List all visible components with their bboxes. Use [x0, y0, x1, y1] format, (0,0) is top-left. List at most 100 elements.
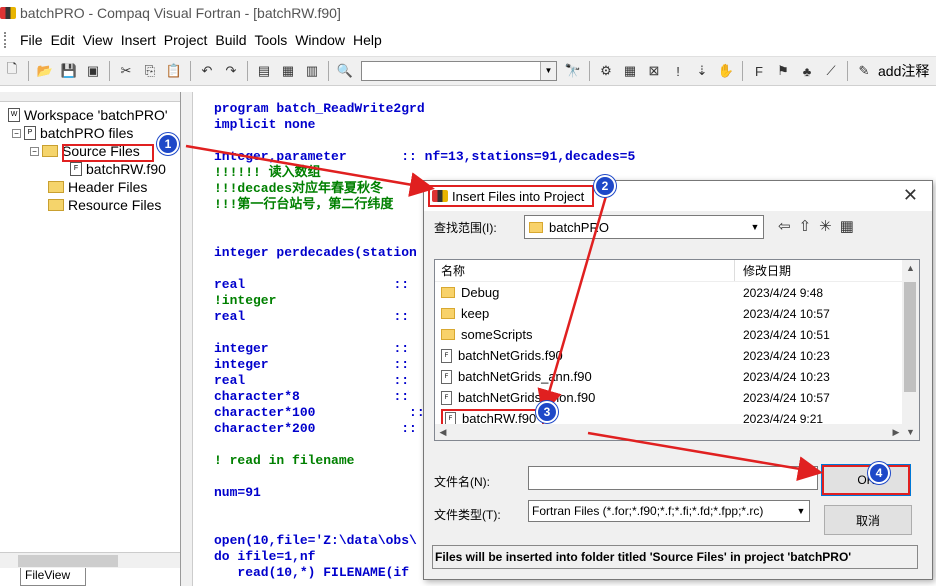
collapse-icon[interactable]: − — [12, 128, 21, 138]
file-row[interactable]: keep 2023/4/24 10:57 — [435, 303, 919, 324]
file-row[interactable]: Debug 2023/4/24 9:48 — [435, 282, 919, 303]
file-row[interactable]: FbatchNetGrids_ann.f90 2023/4/24 10:23 — [435, 366, 919, 387]
workspace-window-icon[interactable]: ▤ — [253, 60, 275, 82]
save-icon[interactable]: 💾 — [58, 60, 80, 82]
code-line: do ifile=1,nf — [214, 549, 316, 564]
filename-input[interactable] — [528, 466, 818, 490]
output-window-icon[interactable]: ▦ — [277, 60, 299, 82]
code-line: open(10,file='Z:\data\obs\ — [214, 533, 417, 548]
dialog-title: Insert Files into Project — [452, 188, 585, 204]
tree-source-file[interactable]: F batchRW.f90 — [0, 160, 180, 178]
find-in-files-icon[interactable]: 🔍 — [334, 60, 356, 82]
column-date[interactable]: 修改日期 — [735, 262, 791, 279]
menu-tools[interactable]: Tools — [255, 32, 288, 48]
wand-icon[interactable]: ⟋ — [820, 60, 842, 82]
stop-build-icon[interactable]: ⊠ — [643, 60, 665, 82]
workspace-icon: W — [8, 108, 20, 122]
f90-icon[interactable]: F — [748, 60, 770, 82]
menu-insert[interactable]: Insert — [121, 32, 156, 48]
step-badge-3: 3 — [536, 401, 558, 423]
undo-icon[interactable]: ↶ — [196, 60, 218, 82]
save-all-icon[interactable]: ▣ — [82, 60, 104, 82]
code-colons: :: — [393, 389, 410, 404]
compile-icon[interactable]: ⚙ — [595, 60, 617, 82]
menu-help[interactable]: Help — [353, 32, 382, 48]
file-list[interactable]: 名称 修改日期 Debug 2023/4/24 9:48 keep 2023/4/24… — [434, 259, 920, 441]
fortran-file-icon: F — [441, 390, 452, 405]
code-line: real — [214, 373, 246, 388]
view-menu-icon[interactable]: ▦ — [840, 217, 854, 235]
code-line: integer — [214, 341, 269, 356]
code-line: implicit none — [214, 117, 316, 132]
splitter[interactable] — [181, 92, 193, 586]
cut-icon[interactable]: ✂ — [115, 60, 137, 82]
toolbar-separator — [109, 61, 110, 81]
cancel-button[interactable]: 取消 — [824, 505, 912, 535]
find-icon[interactable]: 🔭 — [562, 60, 584, 82]
tree-workspace-root[interactable]: W Workspace 'batchPRO' — [0, 106, 180, 124]
ok-button[interactable]: OK — [821, 464, 911, 496]
scroll-down-icon[interactable]: ▼ — [902, 424, 919, 440]
menu-window[interactable]: Window — [295, 32, 345, 48]
add-note-label[interactable]: add注释 — [878, 61, 929, 81]
window-list-icon[interactable]: ▥ — [301, 60, 323, 82]
scroll-thumb[interactable] — [904, 282, 916, 392]
file-row[interactable]: FbatchNetGrids_mon.f90 2023/4/24 10:57 — [435, 387, 919, 408]
redo-icon[interactable]: ↷ — [220, 60, 242, 82]
folder-icon — [529, 221, 543, 233]
chevron-down-icon[interactable]: ▼ — [793, 506, 809, 516]
find-combo[interactable]: ▼ — [361, 61, 557, 81]
code-line: integer — [214, 357, 269, 372]
menu-project[interactable]: Project — [164, 32, 208, 48]
breakpoint-icon[interactable]: ✋ — [715, 60, 737, 82]
new-file-icon[interactable]: 🗋 — [1, 60, 23, 82]
scroll-left-icon[interactable]: ◀ — [435, 424, 451, 440]
fortran-tool-icon[interactable]: ⚑ — [772, 60, 794, 82]
chevron-down-icon[interactable]: ▼ — [747, 216, 763, 238]
scroll-up-icon[interactable]: ▲ — [902, 260, 919, 276]
workspace-hscrollbar[interactable] — [0, 552, 180, 568]
filetype-combo[interactable]: Fortran Files (*.for;*.f90;*.f;*.fi;*.fd… — [528, 500, 810, 522]
close-icon[interactable]: ✕ — [903, 185, 918, 206]
scroll-right-icon[interactable]: ▶ — [888, 424, 904, 440]
column-name-label: 名称 — [441, 264, 466, 278]
file-row[interactable]: FbatchNetGrids.f90 2023/4/24 10:23 — [435, 345, 919, 366]
step-badge-2: 2 — [594, 175, 616, 197]
file-list-vscrollbar[interactable]: ▲ ▼ — [902, 260, 919, 440]
project-label: batchPRO files — [40, 125, 134, 141]
up-folder-icon[interactable]: ⇧ — [799, 217, 812, 235]
column-name[interactable]: 名称 — [435, 260, 735, 281]
go-icon[interactable]: ⇣ — [691, 60, 713, 82]
code-comment: !!!第一行台站号，第二行纬度 — [214, 197, 394, 212]
code-line: read(10,*) FILENAME(if — [214, 565, 410, 580]
menu-build[interactable]: Build — [215, 32, 246, 48]
new-folder-icon[interactable]: ✳ — [819, 217, 832, 235]
file-name-cell: keep — [435, 306, 735, 321]
file-rows: Debug 2023/4/24 9:48 keep 2023/4/24 10:57 so… — [435, 282, 919, 429]
build-icon[interactable]: ▦ — [619, 60, 641, 82]
menu-file[interactable]: File — [20, 32, 43, 48]
menu-edit[interactable]: Edit — [51, 32, 75, 48]
open-folder-icon[interactable]: 📂 — [34, 60, 56, 82]
file-list-hscrollbar[interactable]: ◀ ▶ — [435, 424, 904, 440]
scroll-thumb[interactable] — [18, 555, 118, 567]
execute-icon[interactable]: ! — [667, 60, 689, 82]
tree-icon[interactable]: ♣ — [796, 60, 818, 82]
add-note-icon[interactable]: ✎ — [853, 60, 875, 82]
source-file-label: batchRW.f90 — [86, 161, 166, 177]
tree-resource-files[interactable]: Resource Files — [0, 196, 180, 214]
tab-fileview[interactable]: FileView — [20, 568, 86, 586]
menu-view[interactable]: View — [83, 32, 113, 48]
code-line: integer perdecades(station — [214, 245, 417, 260]
look-in-combo[interactable]: batchPRO ▼ — [524, 215, 764, 239]
paste-icon[interactable]: 📋 — [163, 60, 185, 82]
file-row[interactable]: someScripts 2023/4/24 10:51 — [435, 324, 919, 345]
copy-icon[interactable]: ⎘ — [139, 60, 161, 82]
tree-project[interactable]: − P batchPRO files — [0, 124, 180, 142]
chevron-down-icon[interactable]: ▼ — [540, 62, 556, 80]
project-icon: P — [24, 126, 36, 140]
file-name: Debug — [461, 285, 500, 300]
tree-header-files[interactable]: Header Files — [0, 178, 180, 196]
collapse-icon[interactable]: − — [30, 146, 39, 156]
back-arrow-icon[interactable]: ⇦ — [778, 217, 791, 235]
